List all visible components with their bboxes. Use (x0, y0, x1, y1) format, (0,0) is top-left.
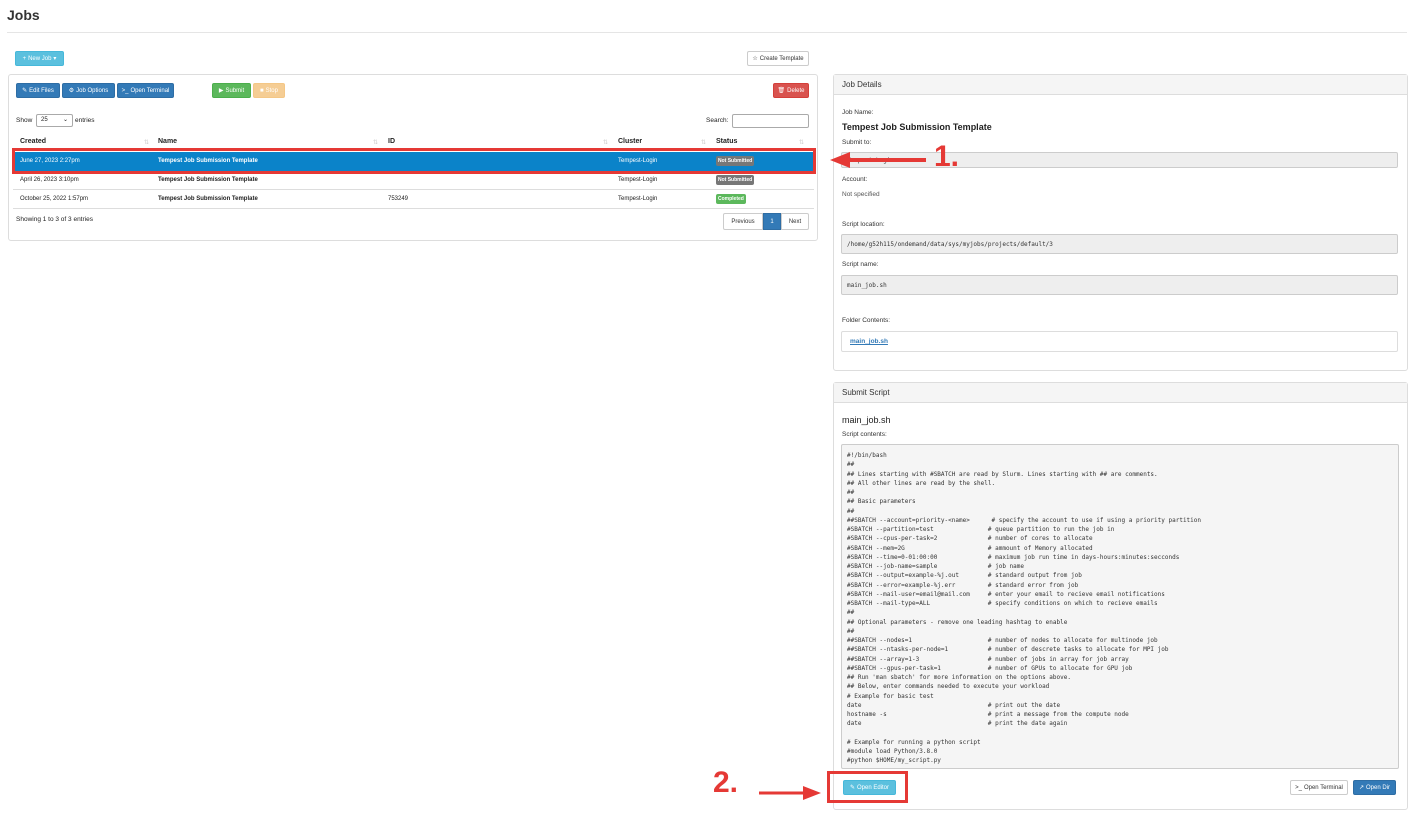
star-icon: ☆ (752, 56, 758, 62)
table-row[interactable]: June 27, 2023 2:27pm Tempest Job Submiss… (13, 152, 814, 171)
sort-icon: ⇅ (144, 140, 150, 146)
created-cell: October 25, 2022 1:57pm (20, 196, 89, 202)
delete-label: Delete (787, 87, 805, 94)
sort-icon: ⇅ (799, 140, 805, 146)
terminal-icon: >_ (121, 87, 129, 94)
stop-label: Stop (265, 87, 278, 94)
name-cell: Tempest Job Submission Template (158, 196, 258, 202)
open-terminal-label: Open Terminal (1303, 784, 1343, 791)
open-editor-button[interactable]: ✎ Open Editor (843, 780, 896, 795)
submit-button[interactable]: ▶ Submit (212, 83, 251, 98)
job-details-panel: Job Details (833, 74, 1408, 371)
column-header-id[interactable]: ID (388, 138, 395, 145)
column-header-created[interactable]: Created (20, 138, 46, 145)
cluster-cell: Tempest-Login (618, 158, 658, 164)
create-template-label: Create Template (759, 55, 804, 62)
sort-icon: ⇅ (701, 140, 707, 146)
script-contents-code: #!/bin/bash ## ## Lines starting with #S… (841, 444, 1399, 769)
name-cell: Tempest Job Submission Template (158, 158, 258, 164)
submit-to-label: Submit to: (842, 139, 872, 146)
gear-icon: ⚙ (68, 88, 75, 94)
table-row[interactable]: October 25, 2022 1:57pm Tempest Job Subm… (13, 190, 814, 209)
external-link-icon: ↗ (1358, 785, 1364, 791)
cluster-cell: Tempest-Login (618, 177, 658, 183)
edit-files-label: Edit Files (29, 87, 54, 94)
status-badge: Not Submitted (716, 175, 755, 185)
new-job-label: New Job (28, 55, 52, 62)
folder-contents-list: main_job.sh (841, 331, 1398, 352)
next-page-button[interactable]: Next (781, 213, 809, 230)
entries-label: entries (75, 117, 95, 124)
annotation-step-2: 2. (713, 766, 739, 799)
script-name-field: main_job.sh (841, 275, 1398, 295)
job-options-button[interactable]: ⚙ Job Options (62, 83, 115, 98)
folder-contents-label: Folder Contents: (842, 317, 891, 324)
delete-button[interactable]: 🗑 Delete (773, 83, 809, 98)
open-dir-label: Open Dir (1366, 784, 1391, 791)
open-terminal-toolbar-button[interactable]: >_ Open Terminal (117, 83, 174, 98)
account-label: Account: (842, 176, 868, 183)
script-contents-label: Script contents: (842, 431, 887, 438)
table-info: Showing 1 to 3 of 3 entries (16, 216, 93, 223)
show-label: Show (16, 117, 33, 124)
open-terminal-label: Open Terminal (130, 87, 170, 94)
page-title: Jobs (7, 7, 40, 23)
stop-button[interactable]: ■ Stop (253, 83, 285, 98)
created-cell: June 27, 2023 2:27pm (20, 158, 80, 164)
created-cell: April 26, 2023 3:10pm (20, 177, 79, 183)
folder-file-link[interactable]: main_job.sh (850, 338, 888, 345)
status-badge: Completed (716, 194, 746, 204)
title-divider (7, 32, 1407, 33)
create-template-button[interactable]: ☆ Create Template (747, 51, 809, 66)
new-job-button[interactable]: + New Job ▾ (15, 51, 64, 66)
column-header-status[interactable]: Status (716, 138, 737, 145)
annotation-arrow-right-icon (759, 786, 821, 800)
play-icon: ▶ (218, 88, 224, 94)
script-location-field: /home/g52h115/ondemand/data/sys/myjobs/p… (841, 234, 1398, 254)
caret-down-icon: ▾ (53, 56, 57, 62)
edit-files-button[interactable]: ✎ Edit Files (16, 83, 60, 98)
search-label: Search: (706, 117, 729, 124)
cluster-cell: Tempest-Login (618, 196, 658, 202)
submit-label: Submit (225, 87, 245, 94)
id-cell: 753249 (388, 196, 409, 202)
search-input[interactable] (732, 114, 809, 128)
script-name-label: Script name: (842, 261, 879, 268)
open-dir-button[interactable]: ↗ Open Dir (1353, 780, 1396, 795)
edit-icon: ✎ (22, 88, 28, 94)
submit-script-heading: Submit Script (834, 383, 1407, 403)
stop-icon: ■ (260, 87, 264, 94)
open-terminal-button[interactable]: >_ Open Terminal (1290, 780, 1348, 795)
sort-icon: ⇅ (373, 140, 379, 146)
annotation-arrow-left-icon (830, 152, 926, 168)
chevron-down-icon: ⌄ (62, 117, 68, 123)
plus-icon: + (22, 55, 27, 62)
page-size-select[interactable]: 25 ⌄ (36, 114, 73, 127)
pencil-icon: ✎ (849, 785, 855, 791)
job-details-heading: Job Details (834, 75, 1407, 95)
job-name-label: Job Name: (842, 109, 874, 116)
open-editor-label: Open Editor (857, 784, 890, 791)
job-options-label: Job Options (76, 87, 109, 94)
script-location-label: Script location: (842, 221, 885, 228)
job-name-value: Tempest Job Submission Template (842, 122, 992, 132)
annotation-step-1: 1. (934, 140, 960, 173)
previous-page-button[interactable]: Previous (723, 213, 763, 230)
status-badge: Not Submitted (716, 156, 755, 166)
name-cell: Tempest Job Submission Template (158, 177, 258, 183)
table-header-rule (13, 148, 814, 149)
table-row[interactable]: April 26, 2023 3:10pm Tempest Job Submis… (13, 171, 814, 190)
account-value: Not specified (842, 191, 880, 198)
page-size-value: 25 (41, 117, 48, 123)
terminal-icon: >_ (1295, 784, 1302, 791)
column-header-cluster[interactable]: Cluster (618, 138, 642, 145)
column-header-name[interactable]: Name (158, 138, 177, 145)
script-file-title: main_job.sh (842, 415, 891, 425)
sort-icon: ⇅ (603, 140, 609, 146)
trash-icon: 🗑 (777, 88, 786, 94)
page-1-button[interactable]: 1 (763, 213, 781, 230)
